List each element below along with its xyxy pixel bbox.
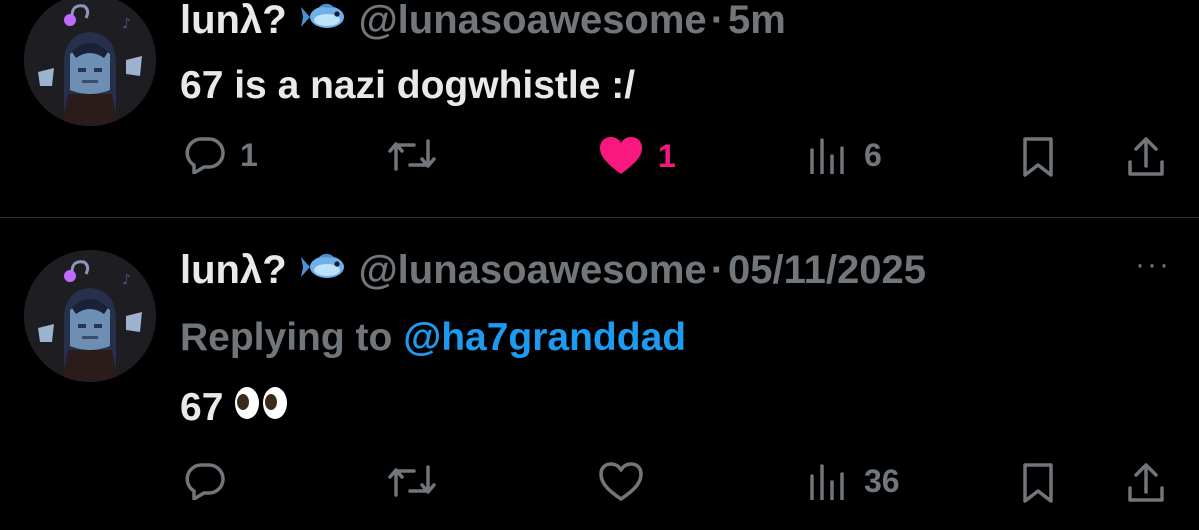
views-icon	[808, 136, 850, 174]
heart-icon	[598, 136, 644, 176]
avatar[interactable]: ♪	[24, 0, 156, 126]
bookmark-button[interactable]	[1020, 136, 1056, 178]
views-icon	[808, 462, 850, 500]
view-count: 36	[864, 462, 900, 499]
reply-icon	[184, 136, 226, 174]
svg-text:♪: ♪	[122, 16, 131, 32]
retweet-button[interactable]	[386, 462, 452, 500]
separator-dot: ·	[710, 0, 725, 42]
replying-prefix: Replying to	[180, 316, 393, 359]
bookmark-icon	[1020, 136, 1056, 178]
tweet[interactable]: ♪ lunλ? @lunasoawesome · 05/11/2025 ··· Re…	[0, 218, 1199, 530]
like-button[interactable]	[598, 462, 658, 502]
view-count: 6	[864, 136, 882, 173]
retweet-icon	[386, 462, 438, 500]
views-button[interactable]: 36	[808, 462, 900, 500]
display-name[interactable]: lunλ?	[180, 0, 287, 42]
reply-icon	[184, 462, 226, 500]
like-count: 1	[658, 137, 676, 174]
fish-emoji	[300, 0, 349, 41]
avatar[interactable]: ♪	[24, 250, 156, 382]
tweet-text: 67	[180, 386, 289, 432]
tweet-header: lunλ? @lunasoawesome · 5m	[180, 0, 786, 44]
bookmark-button[interactable]	[1020, 462, 1056, 504]
share-button[interactable]	[1126, 136, 1166, 178]
heart-icon	[598, 462, 644, 502]
mention-link[interactable]: @ha7granddad	[403, 316, 686, 359]
share-icon	[1126, 136, 1166, 178]
share-button[interactable]	[1126, 462, 1166, 504]
tweet-text-content: 67	[180, 386, 224, 429]
tweet-header: lunλ? @lunasoawesome · 05/11/2025	[180, 248, 926, 294]
retweet-icon	[386, 136, 438, 174]
like-button[interactable]: 1	[598, 136, 676, 176]
share-icon	[1126, 462, 1166, 504]
views-button[interactable]: 6	[808, 136, 882, 174]
eyes-emoji	[233, 386, 289, 430]
replying-to: Replying to @ha7granddad	[180, 316, 686, 360]
fish-emoji	[300, 247, 349, 291]
bookmark-icon	[1020, 462, 1056, 504]
more-icon[interactable]: ···	[1135, 248, 1171, 282]
reply-count: 1	[240, 136, 258, 173]
reply-button[interactable]	[184, 462, 240, 500]
display-name[interactable]: lunλ?	[180, 248, 287, 292]
reply-button[interactable]: 1	[184, 136, 258, 174]
handle[interactable]: @lunasoawesome	[359, 0, 707, 42]
timestamp[interactable]: 05/11/2025	[728, 248, 926, 292]
svg-text:♪: ♪	[122, 272, 131, 288]
separator-dot: ·	[710, 248, 725, 292]
timestamp[interactable]: 5m	[728, 0, 786, 42]
tweet-text: 67 is a nazi dogwhistle :/	[180, 64, 636, 107]
handle[interactable]: @lunasoawesome	[359, 248, 707, 292]
retweet-button[interactable]	[386, 136, 452, 174]
tweet[interactable]: ♪ lunλ? @lunasoawesome · 5m 67 is a nazi d…	[0, 0, 1199, 217]
